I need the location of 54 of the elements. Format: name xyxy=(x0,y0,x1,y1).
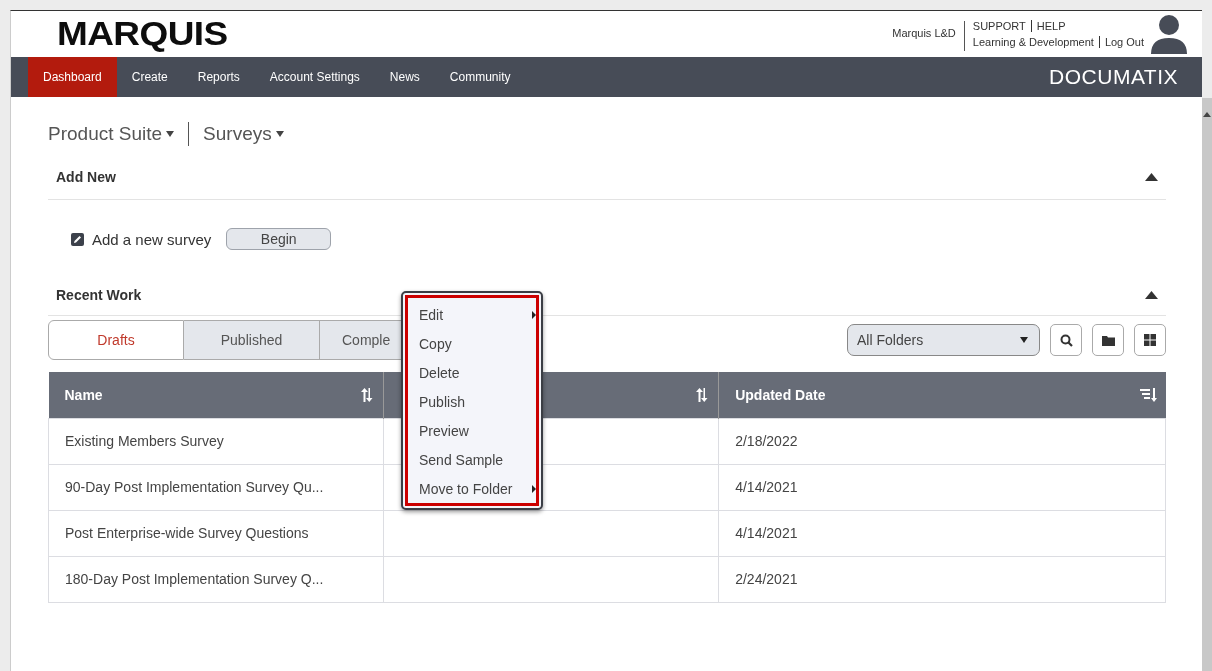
nav-tab[interactable]: Account Settings xyxy=(254,57,375,97)
table-cell: 180-Day Post Implementation Survey Q... xyxy=(48,556,384,602)
menu-item[interactable]: Publish xyxy=(419,387,536,416)
tab[interactable]: Drafts xyxy=(48,320,184,360)
add-survey-label: Add a new survey xyxy=(92,230,212,248)
menu-item[interactable]: Copy xyxy=(419,329,536,358)
folder-dropdown[interactable]: All Folders xyxy=(847,324,1040,356)
folder-button[interactable] xyxy=(1092,324,1124,356)
grid-icon xyxy=(1144,334,1156,346)
collapse-caret-icon[interactable] xyxy=(1145,291,1158,299)
header-link[interactable]: HELP xyxy=(1030,20,1066,32)
search-button[interactable] xyxy=(1050,324,1082,356)
menu-item[interactable]: Edit xyxy=(419,300,536,329)
caret-down-icon xyxy=(1020,337,1028,343)
sort-icon[interactable] xyxy=(695,387,710,402)
search-icon xyxy=(1059,333,1073,347)
table-cell: Existing Members Survey xyxy=(48,418,384,464)
section-title: Recent Work xyxy=(56,287,142,303)
table-cell: 2/18/2022 xyxy=(718,418,1166,464)
nav-tab[interactable]: Reports xyxy=(182,57,255,97)
header-link[interactable]: Log Out xyxy=(1098,36,1144,48)
table-cell: Post Enterprise-wide Survey Questions xyxy=(48,510,384,556)
header-link[interactable]: Learning & Development xyxy=(972,36,1094,48)
brand-logo: DOCUMATIX xyxy=(1049,64,1178,90)
nav-tab[interactable]: Community xyxy=(434,57,526,97)
table-cell: 4/14/2021 xyxy=(718,510,1166,556)
logo: MARQUIS xyxy=(57,15,228,53)
nav-tab[interactable]: Dashboard xyxy=(28,57,117,97)
nav-tab[interactable]: News xyxy=(374,57,435,97)
column-header[interactable]: Updated Date xyxy=(718,372,1166,418)
grid-view-button[interactable] xyxy=(1134,324,1166,356)
caret-down-icon xyxy=(166,131,175,137)
menu-item[interactable]: Delete xyxy=(419,358,536,387)
breadcrumb-dropdown[interactable]: Product Suite xyxy=(48,123,175,145)
account-name: Marquis L&D xyxy=(892,21,965,51)
section-title: Add New xyxy=(56,169,116,185)
column-header[interactable]: Name xyxy=(48,372,384,418)
scroll-up-arrow-icon[interactable] xyxy=(1203,112,1211,117)
menu-item[interactable]: Send Sample xyxy=(419,445,536,474)
caret-down-icon xyxy=(275,131,284,137)
collapse-caret-icon[interactable] xyxy=(1145,173,1158,181)
edit-icon xyxy=(71,232,84,246)
breadcrumb-dropdown[interactable]: Surveys xyxy=(203,123,284,145)
table-cell: 2/24/2021 xyxy=(718,556,1166,602)
header-link[interactable]: SUPPORT xyxy=(972,20,1026,32)
nav-tab[interactable]: Create xyxy=(116,57,183,97)
user-avatar-icon[interactable] xyxy=(1150,14,1188,54)
table-cell: 4/14/2021 xyxy=(718,464,1166,510)
begin-button[interactable]: Begin xyxy=(226,228,332,250)
sort-icon[interactable] xyxy=(360,387,375,402)
table-cell: 90-Day Post Implementation Survey Qu... xyxy=(48,464,384,510)
sort-descending-icon[interactable] xyxy=(1139,387,1157,402)
tab[interactable]: Published xyxy=(184,320,320,360)
folder-icon xyxy=(1101,334,1115,346)
